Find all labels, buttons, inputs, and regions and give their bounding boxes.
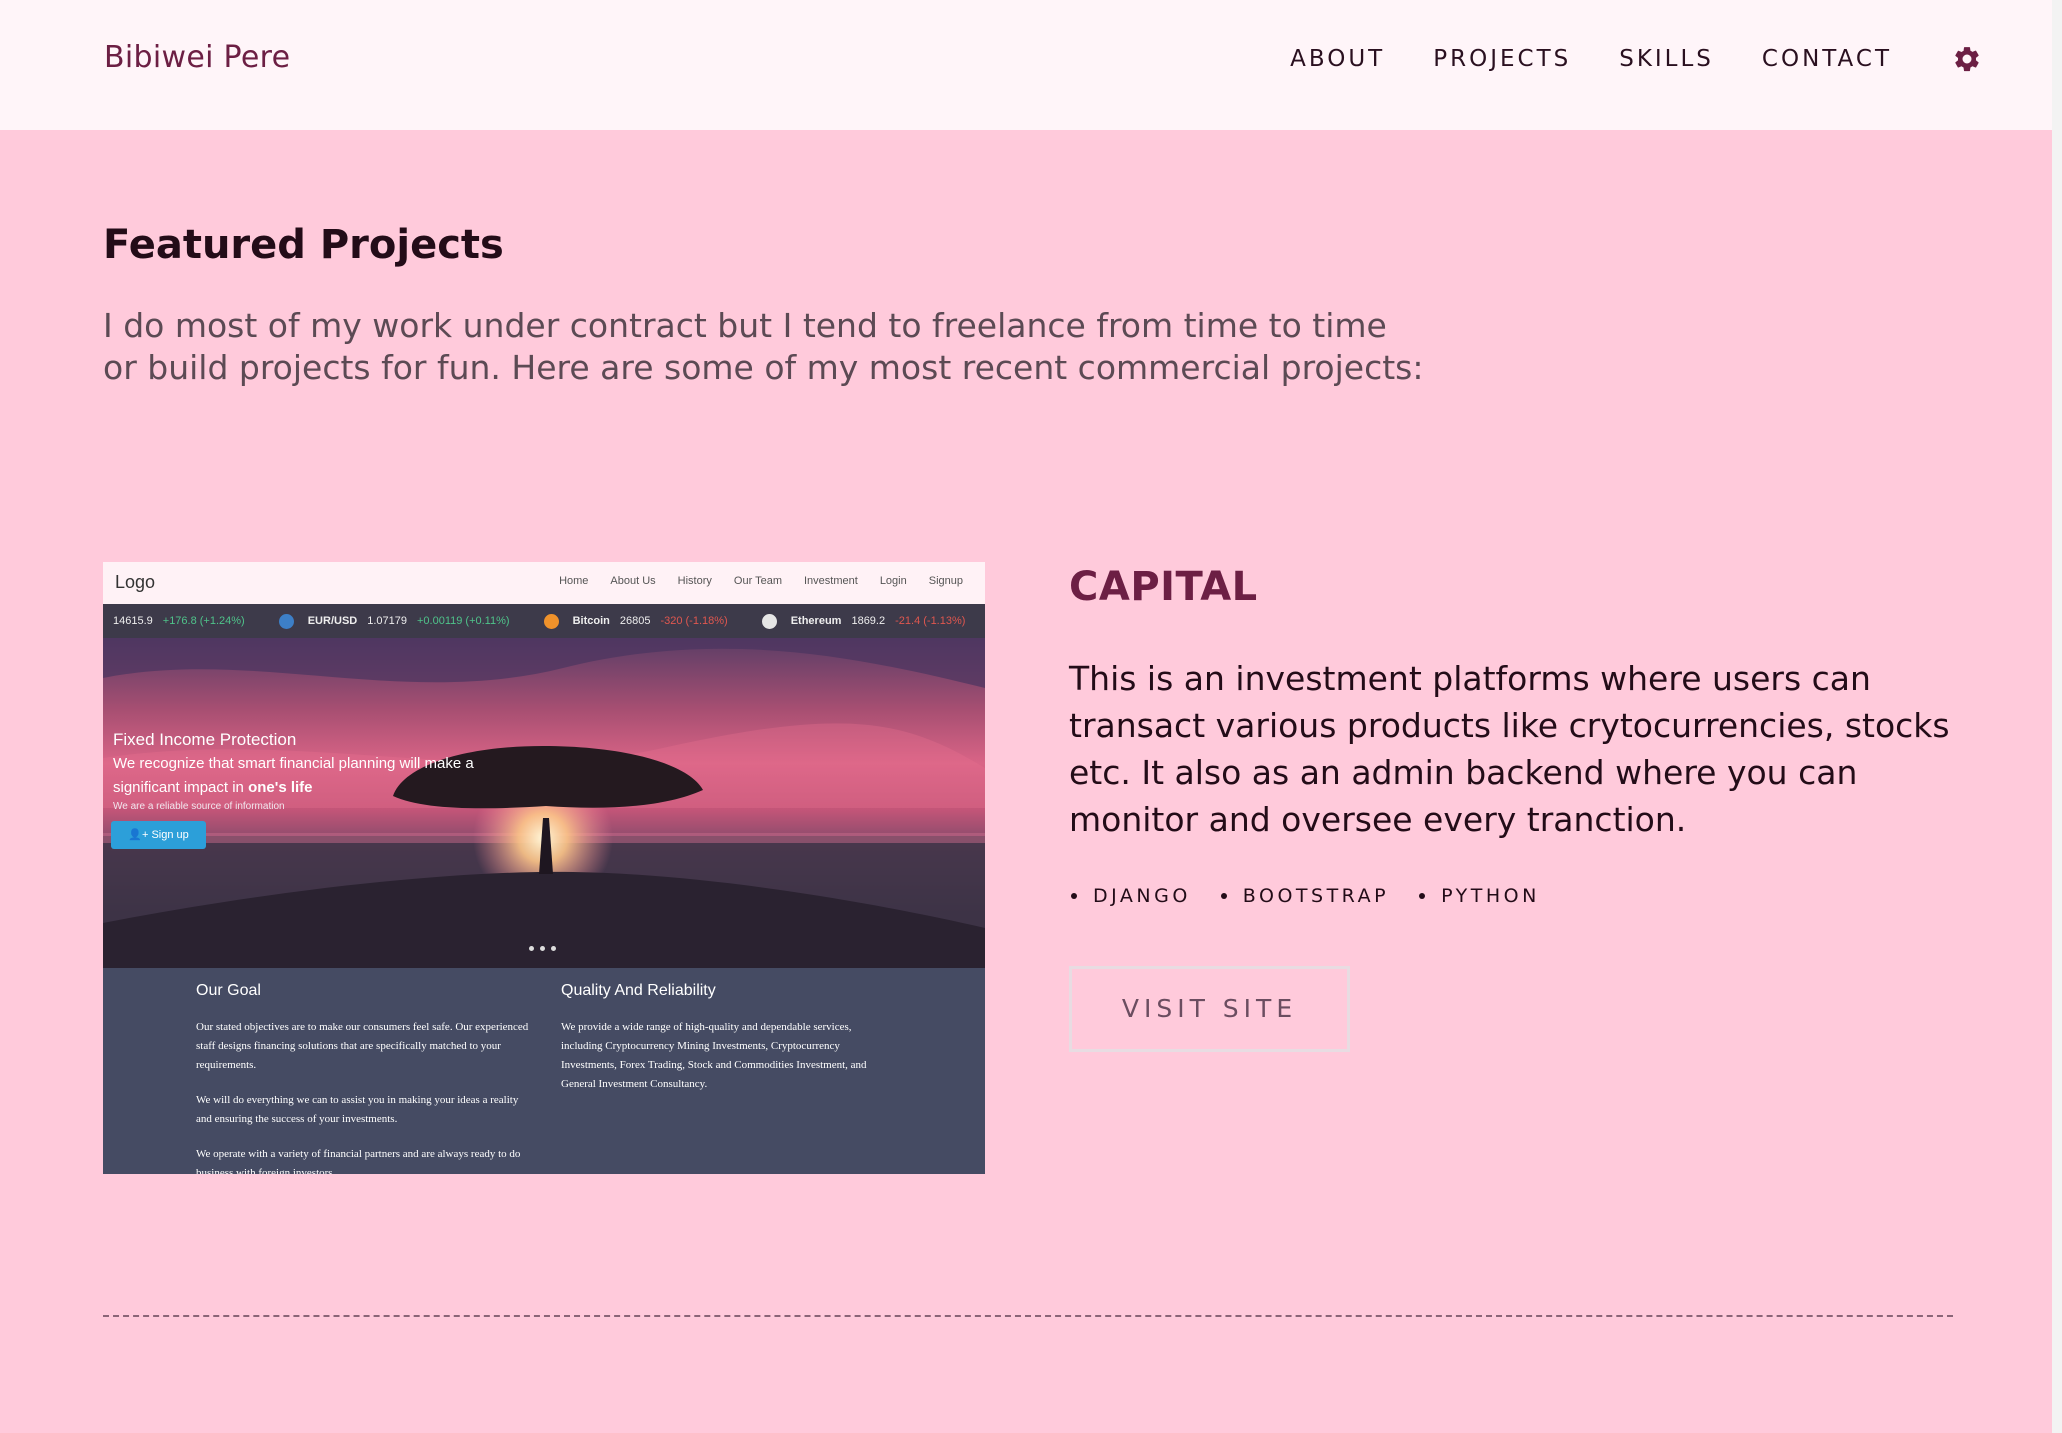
goal-paragraph: Our stated objectives are to make our co… (196, 1021, 529, 1071)
section-divider (103, 1315, 1953, 1317)
screenshot-nav-link: Signup (928, 575, 963, 587)
nav-links: ABOUT PROJECTS SKILLS CONTACT (1290, 46, 1892, 72)
ticker-change: +0.00119 (+0.11%) (417, 615, 510, 627)
intro-line-2: or build projects for fun. Here are some… (103, 348, 1424, 387)
ticker-name: Ethereum (790, 615, 842, 627)
nav-link-projects[interactable]: PROJECTS (1433, 46, 1571, 72)
ticker-price: 1869.2 (851, 615, 886, 627)
nav-link-about[interactable]: ABOUT (1290, 46, 1385, 72)
top-navbar: Bibiwei Pere ABOUT PROJECTS SKILLS CONTA… (0, 0, 2052, 130)
screenshot-nav-link: History (677, 575, 712, 587)
page-scrollbar[interactable] (2052, 0, 2062, 1433)
tag-python: PYTHON (1419, 885, 1540, 907)
screenshot-logo: Logo (115, 572, 156, 592)
screenshot-signup-button: 👤+ Sign up (111, 821, 206, 849)
project-title: CAPITAL (1069, 564, 1258, 610)
featured-projects-heading: Featured Projects (103, 222, 504, 268)
user-plus-icon: 👤+ (128, 829, 152, 841)
ticker-change: -320 (-1.18%) (660, 615, 728, 627)
ticker-price: 14615.9 (113, 615, 153, 627)
hero-text: We recognize that smart financial planni… (113, 752, 533, 800)
bitcoin-icon (543, 613, 559, 629)
tech-tags: DJANGO BOOTSTRAP PYTHON (1071, 885, 1540, 907)
ticker-price: 26805 (619, 615, 651, 627)
gear-icon[interactable] (1952, 44, 1982, 74)
signup-label: Sign up (151, 829, 189, 841)
tag-django: DJANGO (1071, 885, 1191, 907)
brand-name[interactable]: Bibiwei Pere (104, 40, 290, 75)
project-screenshot: Logo Home About Us History Our Team Inve… (103, 562, 985, 1174)
screenshot-nav-link: About Us (610, 575, 656, 587)
ethereum-icon (761, 613, 777, 629)
ticker-price: 1.07179 (367, 615, 407, 627)
goal-paragraph: We operate with a variety of financial p… (196, 1148, 521, 1174)
quality-paragraph: We provide a wide range of high-quality … (561, 1021, 867, 1090)
hero-subtext: We are a reliable source of information (113, 801, 285, 812)
project-description: This is an investment platforms where us… (1069, 659, 1950, 839)
visit-site-button[interactable]: VISIT SITE (1069, 966, 1350, 1052)
screenshot-price-ticker: 14615.9 +176.8 (+1.24%) EUR/USD 1.07179 … (103, 604, 985, 638)
screenshot-nav-link: Login (879, 575, 907, 587)
ticker-name: Bitcoin (572, 615, 610, 627)
screenshot-navbar: Logo Home About Us History Our Team Inve… (103, 562, 985, 604)
ticker-change: -21.4 (-1.13%) (895, 615, 966, 627)
our-goal-column: Our Goal Our stated objectives are to ma… (196, 982, 536, 1174)
goal-paragraph: We will do everything we can to assist y… (196, 1094, 519, 1125)
tag-bootstrap: BOOTSTRAP (1221, 885, 1389, 907)
screenshot-nav-links: Home About Us History Our Team Investmen… (559, 575, 963, 587)
eurusd-icon (278, 613, 294, 629)
featured-intro: I do most of my work under contract but … (103, 305, 1443, 389)
intro-line-1: I do most of my work under contract but … (103, 306, 1387, 345)
screenshot-nav-link: Our Team (733, 575, 782, 587)
ticker-name: EUR/USD (307, 615, 358, 627)
screenshot-nav-link: Investment (804, 575, 858, 587)
screenshot-nav-link: Home (559, 575, 589, 587)
our-goal-heading: Our Goal (196, 982, 261, 999)
nav-link-skills[interactable]: SKILLS (1619, 46, 1714, 72)
quality-heading: Quality And Reliability (561, 982, 716, 999)
ticker-change: +176.8 (+1.24%) (162, 615, 245, 627)
hero-text-emphasis: one's life (248, 779, 313, 796)
hero-title: Fixed Income Protection (113, 730, 297, 749)
carousel-dots (529, 946, 556, 951)
quality-column: Quality And Reliability We provide a wid… (561, 982, 891, 1110)
nav-link-contact[interactable]: CONTACT (1762, 46, 1892, 72)
screenshot-hero-banner: Fixed Income Protection We recognize tha… (103, 638, 985, 968)
